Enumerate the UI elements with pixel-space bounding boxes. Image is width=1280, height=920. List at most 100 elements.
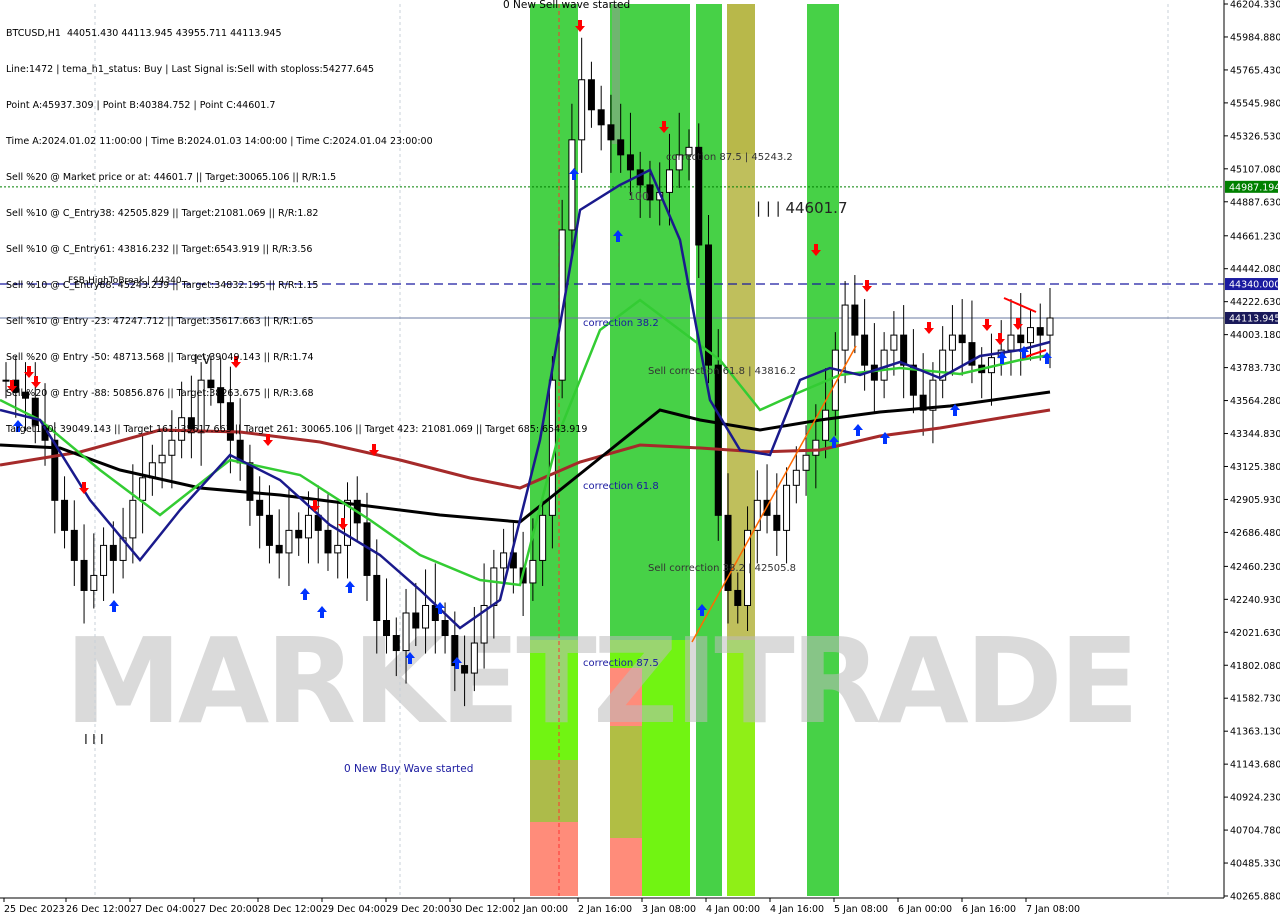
zone-band	[530, 760, 578, 822]
correction-382-label: correction 38.2	[583, 318, 659, 329]
candle-body	[705, 244, 713, 366]
candle-body	[490, 567, 498, 606]
candle-body	[870, 364, 878, 381]
candle-body	[773, 514, 781, 531]
zone-band	[530, 822, 578, 896]
candle-body	[890, 334, 898, 351]
y-tick-label: 40265.880	[1230, 892, 1280, 903]
candle-body	[373, 574, 381, 622]
candle-body	[948, 334, 956, 351]
candle-body	[802, 454, 810, 471]
y-tick-label: 41582.730	[1230, 694, 1280, 705]
y-tick-label: 41802.080	[1230, 661, 1280, 672]
y-tick-label: 45545.980	[1230, 98, 1280, 109]
candle-body	[607, 124, 615, 141]
candle-body	[500, 552, 508, 569]
x-tick-label: 5 Jan 08:00	[834, 904, 888, 915]
x-tick-label: 26 Dec 12:00	[66, 904, 130, 915]
candle-body	[714, 364, 722, 516]
info-line: Sell %20 @ Entry -88: 50856.876 || Targe…	[6, 388, 314, 399]
x-tick-label: 2 Jan 00:00	[514, 904, 568, 915]
x-tick-label: 7 Jan 08:00	[1026, 904, 1080, 915]
candle-body	[422, 604, 430, 629]
candle-body	[61, 499, 69, 531]
info-line: Sell %10 @ C_Entry38: 42505.829 || Targe…	[6, 208, 319, 219]
candle-body	[129, 499, 137, 539]
info-line: Sell %20 @ Market price or at: 44601.7 |…	[6, 172, 337, 183]
candle-body	[80, 559, 88, 591]
candle-body	[617, 139, 625, 156]
price-label-text: 44340.000	[1229, 280, 1280, 291]
y-tick-label: 42240.930	[1230, 595, 1280, 606]
x-tick-label: 4 Jan 00:00	[706, 904, 760, 915]
y-tick-label: 44442.080	[1230, 264, 1280, 275]
point-c-label: | | | 44601.7	[756, 199, 848, 217]
y-tick-label: 46204.330	[1230, 0, 1280, 11]
new-buy-wave-label: 0 New Buy Wave started	[344, 763, 473, 775]
x-tick-label: 30 Dec 12:00	[450, 904, 514, 915]
y-tick-label: 42021.630	[1230, 628, 1280, 639]
candle-body	[861, 334, 869, 366]
y-tick-label: 43344.830	[1230, 429, 1280, 440]
candle-body	[383, 620, 391, 637]
symbol-ohlc: BTCUSD,H1 44051.430 44113.945 43955.711 …	[6, 28, 282, 39]
candle-body	[246, 462, 254, 501]
y-tick-label: 41143.680	[1230, 760, 1280, 771]
candle-body	[1007, 334, 1015, 351]
candle-body	[441, 620, 449, 637]
price-label-text: 44113.945	[1229, 313, 1280, 324]
info-line: Sell %10 @ Entry -23: 47247.712 || Targe…	[6, 316, 314, 327]
info-line: Time A:2024.01.02 11:00:00 | Time B:2024…	[6, 136, 433, 147]
y-tick-label: 43783.730	[1230, 363, 1280, 374]
candle-body	[841, 304, 849, 351]
chart-info-panel: BTCUSD,H1 44051.430 44113.945 43955.711 …	[6, 4, 587, 448]
x-tick-label: 29 Dec 04:00	[322, 904, 386, 915]
candle-body	[539, 514, 547, 561]
y-tick-label: 43564.280	[1230, 396, 1280, 407]
info-line: Point A:45937.309 | Point B:40384.752 | …	[6, 100, 276, 111]
candle-body	[529, 559, 537, 584]
candle-body	[402, 612, 410, 652]
sell-correction-382-label: Sell correction 38.2 | 42505.8	[648, 563, 796, 574]
candle-body	[256, 499, 264, 516]
candle-body	[392, 635, 400, 652]
x-tick-label: 6 Jan 00:00	[898, 904, 952, 915]
info-line: Line:1472 | tema_h1_status: Buy | Last S…	[6, 64, 375, 75]
y-tick-label: 40924.230	[1230, 793, 1280, 804]
y-tick-label: 45984.880	[1230, 32, 1280, 43]
candle-body	[880, 349, 888, 381]
candle-body	[587, 79, 595, 111]
y-tick-label: 44661.230	[1230, 231, 1280, 242]
wave-iii-label: I I I	[84, 733, 104, 748]
candle-body	[275, 544, 283, 554]
info-line: Target100: 39049.143 || Target 161: 3561…	[6, 424, 588, 435]
candle-body	[139, 477, 147, 501]
x-tick-label: 4 Jan 16:00	[770, 904, 824, 915]
candle-body	[100, 544, 108, 576]
watermark-text: MARKETZITRADE	[65, 612, 1136, 750]
candle-body	[1036, 327, 1044, 336]
candle-body	[812, 439, 820, 456]
zone-band	[727, 4, 755, 154]
candle-body	[636, 169, 644, 186]
y-tick-label: 45107.080	[1230, 164, 1280, 175]
candle-body	[597, 109, 605, 126]
candle-body	[285, 529, 293, 554]
info-line: Sell %10 @ C_Entry61: 43816.232 || Targe…	[6, 244, 313, 255]
candle-body	[412, 612, 420, 629]
y-tick-label: 43125.380	[1230, 462, 1280, 473]
correction-875-bottom-label: correction 87.5	[583, 658, 659, 669]
candle-body	[470, 642, 478, 674]
candle-body	[851, 304, 859, 336]
y-tick-label: 45326.530	[1230, 131, 1280, 142]
candle-body	[734, 589, 742, 606]
candle-body	[324, 529, 332, 554]
hundred-label: 100	[628, 190, 649, 203]
candle-body	[334, 544, 342, 554]
candle-body	[70, 529, 78, 561]
candle-body	[158, 454, 166, 464]
price-label-text: 44987.194	[1229, 182, 1280, 193]
x-tick-label: 27 Dec 20:00	[194, 904, 258, 915]
candle-body	[929, 379, 937, 411]
zone-band	[610, 838, 642, 896]
